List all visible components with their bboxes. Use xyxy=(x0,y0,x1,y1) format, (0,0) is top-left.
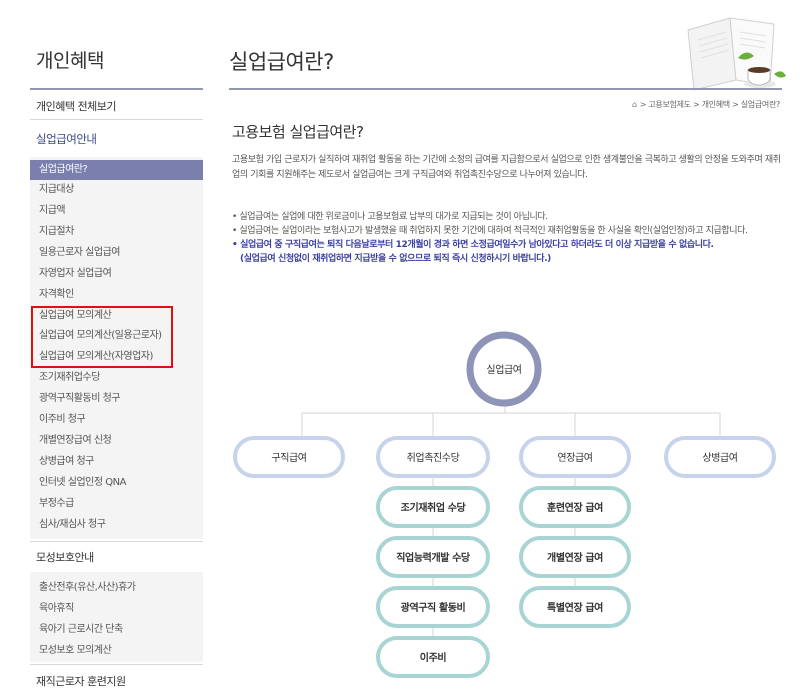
branch-extension: 연장급여 xyxy=(519,436,631,478)
child-special-extension: 특별연장 급여 xyxy=(519,586,631,628)
svg-text:훈련연장 급여: 훈련연장 급여 xyxy=(547,501,603,514)
svg-text:특별연장 급여: 특별연장 급여 xyxy=(547,601,603,614)
emphasis-note: (실업급여 신청없이 재취업하면 지급받을 수 없으므로 퇴직 즉시 신청하시기… xyxy=(240,254,551,264)
sidebar-subitem-fraud[interactable]: 부정수급 xyxy=(30,494,203,514)
section-title: 고용보험 실업급여란? xyxy=(232,123,364,141)
list-item: • 실업급여는 실업에 대한 위로금이나 고용보험료 납부의 대가로 지급되는 … xyxy=(232,212,548,222)
benefit-structure-diagram: 실업급여 구직급여 취업촉진수당 연장급여 상병급여 조기재취업 수당 직업능력… xyxy=(233,331,776,678)
child-training-extension: 훈련연장 급여 xyxy=(519,486,631,528)
child-individual-extension: 개별연장 급여 xyxy=(519,536,631,578)
sidebar-title: 개인혜택 xyxy=(36,50,104,72)
sidebar-item-training[interactable]: 재직근로자 훈련지원 xyxy=(36,673,126,689)
sidebar-subitem-review[interactable]: 심사/재심사 청구 xyxy=(30,515,203,535)
sidebar-subitem-reduced-hours[interactable]: 육아기 근로시간 단축 xyxy=(30,620,203,640)
sidebar-subitem-sickness[interactable]: 상병급여 청구 xyxy=(30,452,203,472)
svg-text:직업능력개발 수당: 직업능력개발 수당 xyxy=(396,551,471,564)
sidebar-item-all-benefits[interactable]: 개인혜택 전체보기 xyxy=(36,98,116,114)
child-relocation: 이주비 xyxy=(376,636,490,678)
highlight-box xyxy=(31,306,173,368)
svg-text:광역구직 활동비: 광역구직 활동비 xyxy=(401,601,466,614)
sidebar-subitem-wide-area-job[interactable]: 광역구직활동비 청구 xyxy=(30,389,203,409)
branch-sickness: 상병급여 xyxy=(664,436,776,478)
notice-list: • 실업급여는 실업에 대한 위로금이나 고용보험료 납부의 대가로 지급되는 … xyxy=(232,210,782,266)
svg-text:취업촉진수당: 취업촉진수당 xyxy=(407,451,460,464)
sidebar-subitem-self-employed[interactable]: 자영업자 실업급여 xyxy=(30,264,203,284)
sidebar-item-maternity[interactable]: 모성보호안내 xyxy=(36,549,94,565)
sidebar-subitem-procedure[interactable]: 지급절차 xyxy=(30,222,203,242)
sidebar-item-unemployment[interactable]: 실업급여안내 xyxy=(36,131,97,147)
sidebar-subitem-internet-qna[interactable]: 인터넷 실업인정 QNA xyxy=(30,473,203,493)
book-illustration xyxy=(687,17,786,91)
child-vocational-training: 직업능력개발 수당 xyxy=(376,536,490,578)
list-item-emphasis: • 실업급여 중 구직급여는 퇴직 다음날로부터 12개월이 경과 하면 소정급… xyxy=(232,240,714,250)
branch-employment-promotion: 취업촉진수당 xyxy=(376,436,490,478)
svg-text:연장급여: 연장급여 xyxy=(557,452,592,464)
sidebar-subitem-what-is[interactable]: 실업급여란? xyxy=(30,160,203,180)
sidebar-subitem-individual-extension[interactable]: 개별연장급여 신청 xyxy=(30,431,203,451)
page-title: 실업급여란? xyxy=(229,50,334,74)
svg-text:상병급여: 상병급여 xyxy=(702,452,737,464)
description-paragraph: 고용보험 가입 근로자가 실직하여 재취업 활동을 하는 기간에 소정의 급여를… xyxy=(232,155,781,180)
divider xyxy=(30,541,203,542)
home-icon[interactable]: ⌂ xyxy=(632,100,637,109)
breadcrumb: ⌂ > 고용보험제도 > 개인혜택 > 실업급여란? xyxy=(632,99,780,110)
root-node: 실업급여 xyxy=(466,331,542,407)
child-early-reemployment: 조기재취업 수당 xyxy=(376,486,490,528)
sidebar: 개인혜택 개인혜택 전체보기 실업급여안내 실업급여란? 지급대상 지급액 지급… xyxy=(0,0,203,695)
branch-job-seeking: 구직급여 xyxy=(233,436,345,478)
sidebar-title-divider xyxy=(30,88,203,90)
root-label: 실업급여 xyxy=(486,363,521,376)
sidebar-subitem-maternity-calc[interactable]: 모성보호 모의계산 xyxy=(30,641,203,661)
child-wide-area-job: 광역구직 활동비 xyxy=(376,586,490,628)
divider xyxy=(30,664,203,665)
sidebar-subitem-parental-leave[interactable]: 육아휴직 xyxy=(30,599,203,619)
svg-text:구직급여: 구직급여 xyxy=(271,452,306,464)
divider xyxy=(30,119,203,120)
sidebar-subitem-qualification-check[interactable]: 자격확인 xyxy=(30,285,203,305)
sidebar-subitem-maternity-leave[interactable]: 출산전후(유산,사산)휴가 xyxy=(30,578,203,598)
sidebar-subitem-early-reemployment[interactable]: 조기재취업수당 xyxy=(30,368,203,388)
svg-text:이주비: 이주비 xyxy=(420,651,447,664)
sidebar-subitem-amount[interactable]: 지급액 xyxy=(30,201,203,221)
sidebar-subitem-relocation[interactable]: 이주비 청구 xyxy=(30,410,203,430)
sidebar-subitem-daily-worker[interactable]: 일용근로자 실업급여 xyxy=(30,243,203,263)
svg-text:조기재취업 수당: 조기재취업 수당 xyxy=(401,501,467,514)
list-item: • 실업급여는 실업이라는 보험사고가 발생했을 때 취업하지 못한 기간에 대… xyxy=(232,226,748,236)
svg-text:개별연장 급여: 개별연장 급여 xyxy=(547,551,603,564)
breadcrumb-path[interactable]: > 고용보험제도 > 개인혜택 > 실업급여란? xyxy=(640,100,781,109)
sidebar-subitem-eligibility[interactable]: 지급대상 xyxy=(30,180,203,200)
title-divider xyxy=(229,88,782,90)
